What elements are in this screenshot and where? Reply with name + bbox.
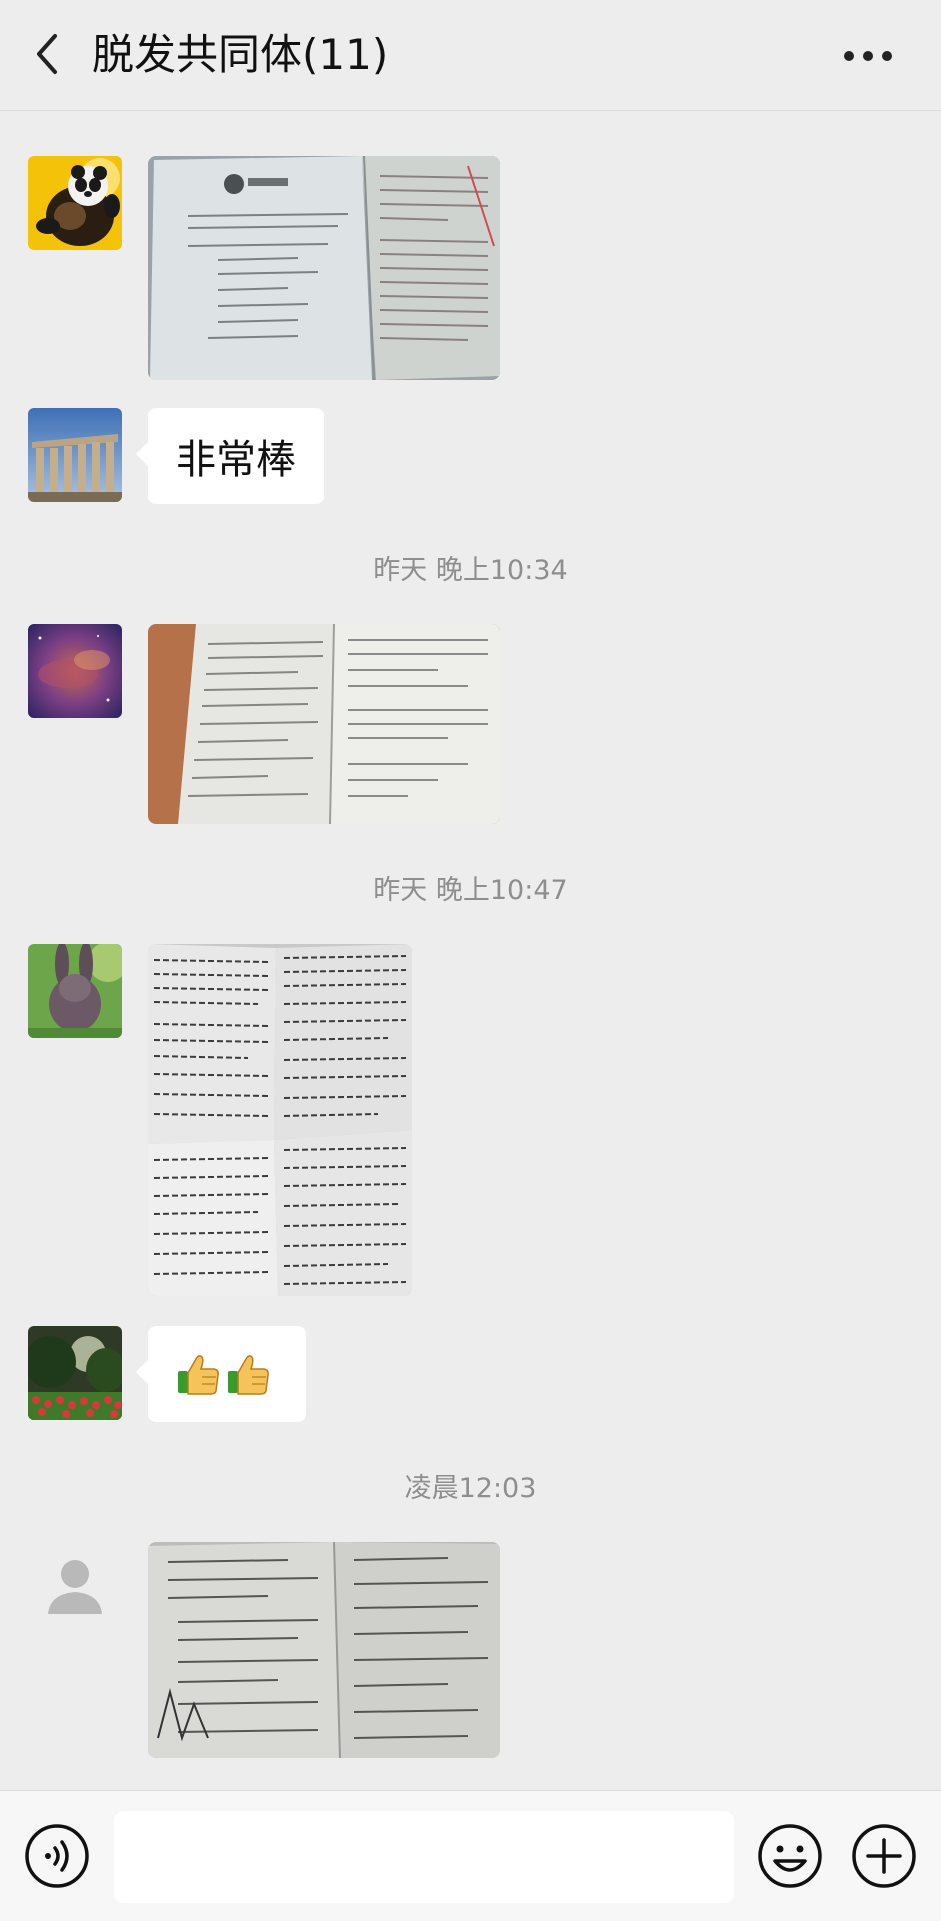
timestamp: 凌晨12:03 — [404, 1473, 537, 1504]
person-silhouette-icon — [48, 1560, 102, 1614]
avatar[interactable] — [28, 624, 122, 718]
avatar[interactable] — [28, 156, 122, 250]
avatar[interactable] — [28, 408, 122, 502]
more-functions-button[interactable] — [851, 1823, 917, 1889]
more-options-button[interactable] — [831, 32, 905, 80]
default-avatar[interactable] — [28, 1542, 122, 1636]
plus-icon — [852, 1824, 916, 1888]
timestamp: 昨天 晚上10:34 — [373, 555, 568, 586]
emoji-button[interactable] — [757, 1823, 823, 1889]
text-message[interactable]: 非常棒 — [136, 408, 324, 504]
voice-button[interactable] — [24, 1823, 90, 1889]
emoji-face-icon — [758, 1824, 822, 1888]
image-message[interactable] — [148, 1542, 500, 1758]
image-message[interactable] — [148, 624, 500, 824]
thumbs-up-icon — [178, 1355, 219, 1395]
input-bar — [0, 1790, 941, 1921]
avatar[interactable] — [28, 1326, 122, 1420]
emoji-message[interactable] — [136, 1326, 306, 1422]
thumbs-up-icon — [228, 1355, 269, 1395]
voice-icon — [25, 1824, 89, 1888]
chat-header: 脱发共同体(11) — [0, 0, 941, 111]
image-message[interactable] — [148, 156, 500, 380]
timestamp: 昨天 晚上10:47 — [373, 875, 568, 906]
back-button[interactable] — [22, 22, 70, 86]
chevron-left-icon — [37, 34, 57, 74]
message-input[interactable] — [114, 1811, 734, 1903]
ellipsis-icon — [844, 51, 892, 61]
chat-title: 脱发共同体(11) — [92, 30, 389, 79]
avatar[interactable] — [28, 944, 122, 1038]
image-message[interactable] — [148, 944, 412, 1296]
